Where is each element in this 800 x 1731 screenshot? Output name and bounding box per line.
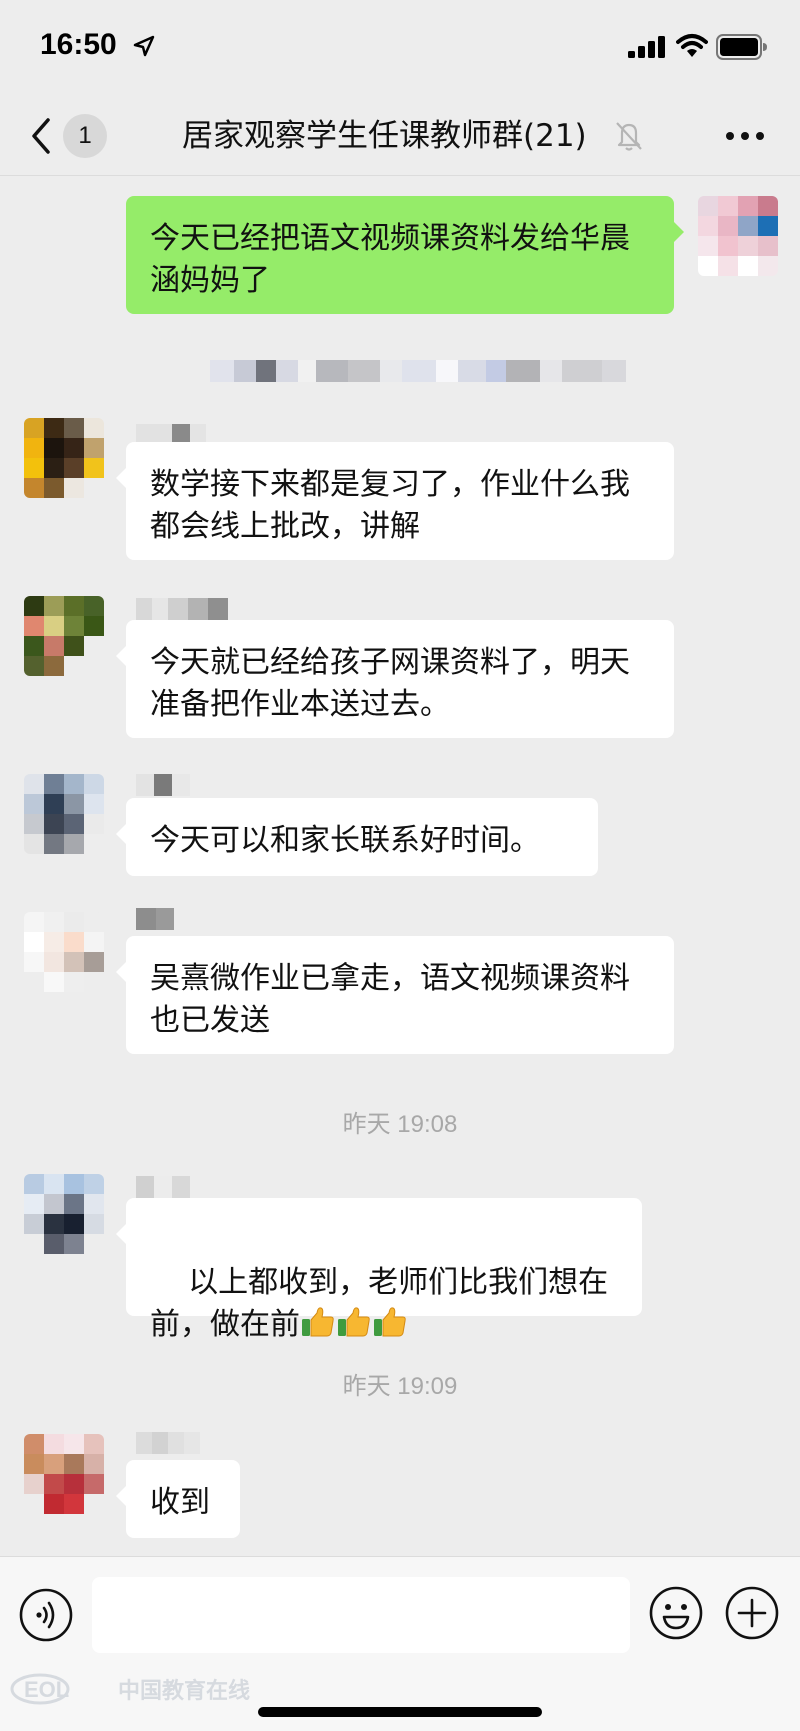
message-bubble[interactable]: 收到 bbox=[116, 1460, 240, 1538]
timestamp: 昨天 19:08 bbox=[342, 1111, 458, 1138]
status-time: 16:50 bbox=[40, 28, 117, 61]
sender-name bbox=[136, 774, 190, 796]
home-indicator[interactable] bbox=[258, 1707, 542, 1717]
plus-circle-icon[interactable] bbox=[724, 1585, 780, 1641]
nav-bar: 1 居家观察学生任课教师群(21) bbox=[0, 96, 800, 176]
message-bubble[interactable]: 吴熹微作业已拿走，语文视频课资料也已发送 bbox=[116, 936, 674, 1054]
input-bar: EOL 中国教育在线 bbox=[0, 1556, 800, 1731]
watermark-text: 中国教育在线 bbox=[118, 1679, 251, 1704]
message-bubble[interactable]: 数学接下来都是复习了，作业什么我都会线上批改，讲解 bbox=[116, 442, 674, 560]
message-bubble[interactable]: 今天已经把语文视频课资料发给华晨涵妈妈了 bbox=[126, 196, 684, 314]
thumbs-up-icon bbox=[374, 1307, 406, 1337]
avatar[interactable] bbox=[24, 774, 104, 854]
message-bubble[interactable]: 今天就已经给孩子网课资料了，明天准备把作业本送过去。 bbox=[116, 620, 674, 738]
voice-icon[interactable] bbox=[18, 1587, 74, 1643]
watermark-logo-icon: EOL bbox=[10, 1673, 70, 1705]
thumbs-up-icon bbox=[338, 1307, 370, 1337]
blurred-text bbox=[210, 360, 626, 382]
timestamp: 昨天 19:09 bbox=[342, 1373, 458, 1400]
status-bar: 16:50 bbox=[0, 0, 800, 96]
sender-name bbox=[136, 1176, 190, 1198]
bell-mute-icon bbox=[616, 122, 642, 151]
thumbs-up-icon bbox=[302, 1307, 334, 1337]
smiley-icon[interactable] bbox=[648, 1585, 704, 1641]
message-bubble[interactable]: 以上都收到，老师们比我们想在前，做在前 bbox=[116, 1198, 642, 1342]
avatar[interactable] bbox=[24, 418, 104, 498]
battery-icon bbox=[716, 34, 767, 60]
signal-icon bbox=[628, 36, 665, 58]
wifi-icon bbox=[676, 34, 708, 57]
more-dots-icon[interactable] bbox=[724, 124, 766, 148]
chat-title: 居家观察学生任课教师群(21) bbox=[182, 118, 587, 154]
sender-name bbox=[136, 1432, 200, 1454]
chevron-left-icon[interactable] bbox=[28, 116, 54, 156]
svg-text:EOL: EOL bbox=[24, 1677, 69, 1702]
watermark: EOL 中国教育在线 bbox=[10, 1669, 250, 1709]
avatar[interactable] bbox=[24, 596, 104, 676]
location-arrow-icon bbox=[133, 35, 155, 57]
avatar[interactable] bbox=[698, 196, 778, 276]
message-input[interactable] bbox=[92, 1577, 630, 1653]
message-bubble[interactable]: 今天可以和家长联系好时间。 bbox=[116, 798, 598, 876]
avatar[interactable] bbox=[24, 912, 104, 992]
sender-name bbox=[136, 598, 228, 620]
sender-name bbox=[136, 908, 174, 930]
avatar[interactable] bbox=[24, 1434, 104, 1514]
avatar[interactable] bbox=[24, 1174, 104, 1254]
unread-badge[interactable]: 1 bbox=[63, 114, 107, 158]
